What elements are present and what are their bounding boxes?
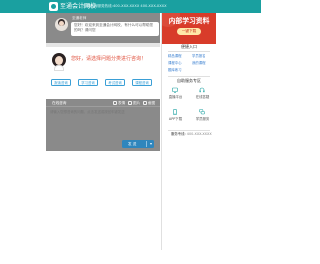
logo-icon [49, 2, 58, 11]
screenshot-button[interactable]: 截图 [148, 100, 155, 106]
service-student[interactable]: 学员服务 [189, 109, 216, 127]
service-app-download[interactable]: APP下载 [162, 109, 189, 127]
phone-icon [173, 109, 177, 115]
chat-panel: 至通老师 您好！欢迎来到至通会计网校，有什么可以帮助您的吗？请问您 您好，请选择… [46, 13, 160, 250]
service-label: 学员服务 [195, 117, 210, 121]
send-label: 发 送 [128, 142, 137, 146]
header-bar: 至通会计网校 全国咨询服务热线:400-XXX-XXXX 400-XXX-XXX… [0, 0, 261, 13]
quick-link-question-bank[interactable]: 题库练习 [168, 68, 182, 73]
input-area: 在线咨询 表情 图片 截图 发 送 [46, 99, 160, 151]
divider [168, 130, 210, 131]
chat-window: 至通会计网校 全国咨询服务热线:400-XXX-XXXX 400-XXX-XXX… [0, 0, 261, 264]
service-label: APP下载 [168, 117, 183, 121]
chat-bubbles-icon [199, 109, 205, 115]
quick-button-enroll[interactable]: 报读咨询 [51, 79, 71, 86]
send-options-icon[interactable] [150, 143, 152, 145]
toolbar-label: 在线咨询 [52, 101, 67, 105]
message-history: 至通老师 您好！欢迎来到至通会计网校，有什么可以帮助您的吗？请问您 [46, 13, 160, 43]
quick-link-enroll[interactable]: 学员报名 [192, 54, 206, 59]
quick-link-my-courses[interactable]: 我的课程 [192, 61, 206, 66]
divider [168, 51, 210, 52]
send-divider [145, 141, 146, 147]
input-toolbar: 在线咨询 表情 图片 截图 [46, 99, 160, 107]
service-label: 直播平台 [168, 95, 183, 99]
image-icon[interactable] [128, 101, 132, 105]
send-button[interactable]: 发 送 [122, 140, 154, 148]
emoji-icon[interactable] [113, 101, 117, 105]
self-service-title: 自助服务专区 [177, 78, 201, 83]
greeting-section: 您好，请选择问题分类进行咨询！ 报读咨询 学习咨询 考试咨询 课程咨询 [46, 43, 160, 99]
sidebar: 内部学习资料 一键下载 便捷入口 精品课程 学员报名 课程中心 我的课程 题库练… [161, 13, 216, 250]
agent-avatar [55, 18, 68, 31]
service-label: 在线答疑 [195, 95, 210, 99]
promo-title: 内部学习资料 [168, 17, 210, 25]
monitor-icon [172, 87, 178, 93]
quick-button-exam[interactable]: 考试咨询 [105, 79, 125, 86]
service-live[interactable]: 直播平台 [162, 87, 189, 105]
quick-button-study[interactable]: 学习咨询 [78, 79, 98, 86]
quick-link-courses[interactable]: 精品课程 [168, 54, 182, 59]
hotline-label: 服务专线: [171, 132, 186, 136]
agent-message-bubble: 您好！欢迎来到至通会计网校，有什么可以帮助您的吗？请问您 [71, 22, 159, 36]
agent-name: 至通老师 [72, 16, 87, 20]
agent-portrait [52, 53, 66, 71]
quick-question-buttons: 报读咨询 学习咨询 考试咨询 课程咨询 [51, 79, 157, 87]
divider [168, 76, 210, 77]
quick-access-title: 便捷入口 [181, 44, 197, 49]
download-button[interactable]: 一键下载 [177, 28, 201, 35]
greeting-text: 您好，请选择问题分类进行咨询！ [71, 56, 147, 62]
headset-icon [199, 87, 205, 93]
quick-button-course[interactable]: 课程咨询 [132, 79, 152, 86]
quick-link-course-center[interactable]: 课程中心 [168, 61, 182, 66]
scissors-icon[interactable] [143, 101, 147, 105]
contact-hotline: 全国咨询服务热线:400-XXX-XXXX 400-XXX-XXXX [83, 4, 167, 8]
emoji-button[interactable]: 表情 [118, 100, 125, 106]
image-button[interactable]: 图片 [133, 100, 140, 106]
hotline-number: 400-XXX-XXXX [186, 132, 212, 136]
promo-banner[interactable]: 内部学习资料 一键下载 [162, 13, 216, 44]
service-answers[interactable]: 在线答疑 [189, 87, 216, 105]
divider [46, 43, 160, 47]
message-input[interactable] [50, 110, 156, 122]
service-hotline: 服务专线: 400-XXX-XXXX [171, 132, 212, 137]
